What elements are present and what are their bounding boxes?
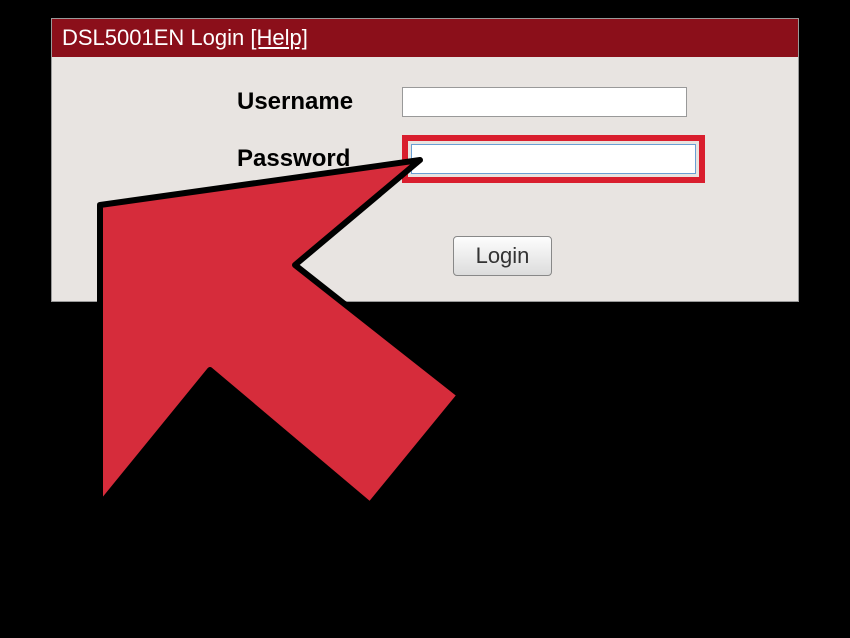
header-bar: DSL5001EN Login [Help] [52,19,798,57]
help-link[interactable]: [Help] [250,25,307,50]
login-panel: DSL5001EN Login [Help] Username Password… [51,18,799,302]
password-input[interactable] [411,144,696,174]
username-row: Username [52,87,798,117]
login-button[interactable]: Login [453,236,553,276]
password-highlight-box [402,135,705,183]
button-row: Login [52,201,798,276]
password-label: Password [237,145,402,173]
page-title: DSL5001EN Login [62,25,250,50]
username-input[interactable] [402,87,687,117]
login-form: Username Password Login [52,57,798,301]
password-row: Password [52,135,798,183]
username-label: Username [237,88,402,116]
